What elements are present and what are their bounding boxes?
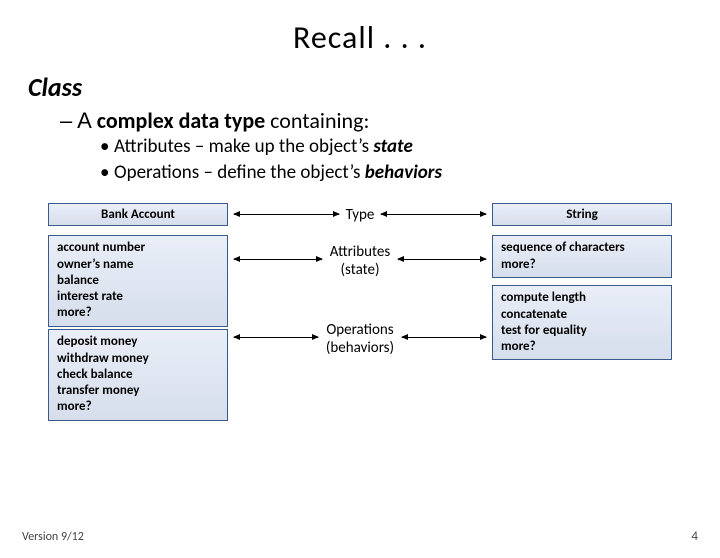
arrow-attrs-right xyxy=(398,259,486,260)
sub-suffix: containing: xyxy=(265,107,369,134)
label-ops-1: Operations xyxy=(0,321,720,339)
footer-page: 4 xyxy=(691,529,698,544)
arrow-type-right xyxy=(381,214,486,215)
sub-bold: complex data type xyxy=(97,107,265,134)
label-ops-2: (behaviors) xyxy=(0,339,720,357)
bullet-2: •Operations – define the object’s behavi… xyxy=(100,160,720,186)
bullet-1-bold: state xyxy=(373,135,412,158)
subheading: – A complex data type containing: xyxy=(60,107,720,134)
arrow-type-left xyxy=(234,214,339,215)
arrow-ops-left xyxy=(234,337,318,338)
sub-prefix: – A xyxy=(60,108,97,133)
page-title: Recall . . . xyxy=(0,18,720,57)
arrow-ops-right xyxy=(402,337,486,338)
label-attrs-2: (state) xyxy=(0,261,720,279)
bullet-2-bold: behaviors xyxy=(365,161,442,184)
bullet-1-text: Attributes – make up the object’s xyxy=(114,135,373,158)
heading-class: Class xyxy=(28,71,720,103)
footer-version: Version 9/12 xyxy=(22,530,84,544)
label-attrs-1: Attributes xyxy=(0,243,720,261)
bullet-1: •Attributes – make up the object’s state xyxy=(100,134,720,160)
label-type: Type xyxy=(0,206,720,224)
arrow-attrs-left xyxy=(234,259,322,260)
diagram: Bank Account account number owner’s name… xyxy=(0,203,720,463)
bullet-2-text: Operations – define the object’s xyxy=(114,161,365,184)
